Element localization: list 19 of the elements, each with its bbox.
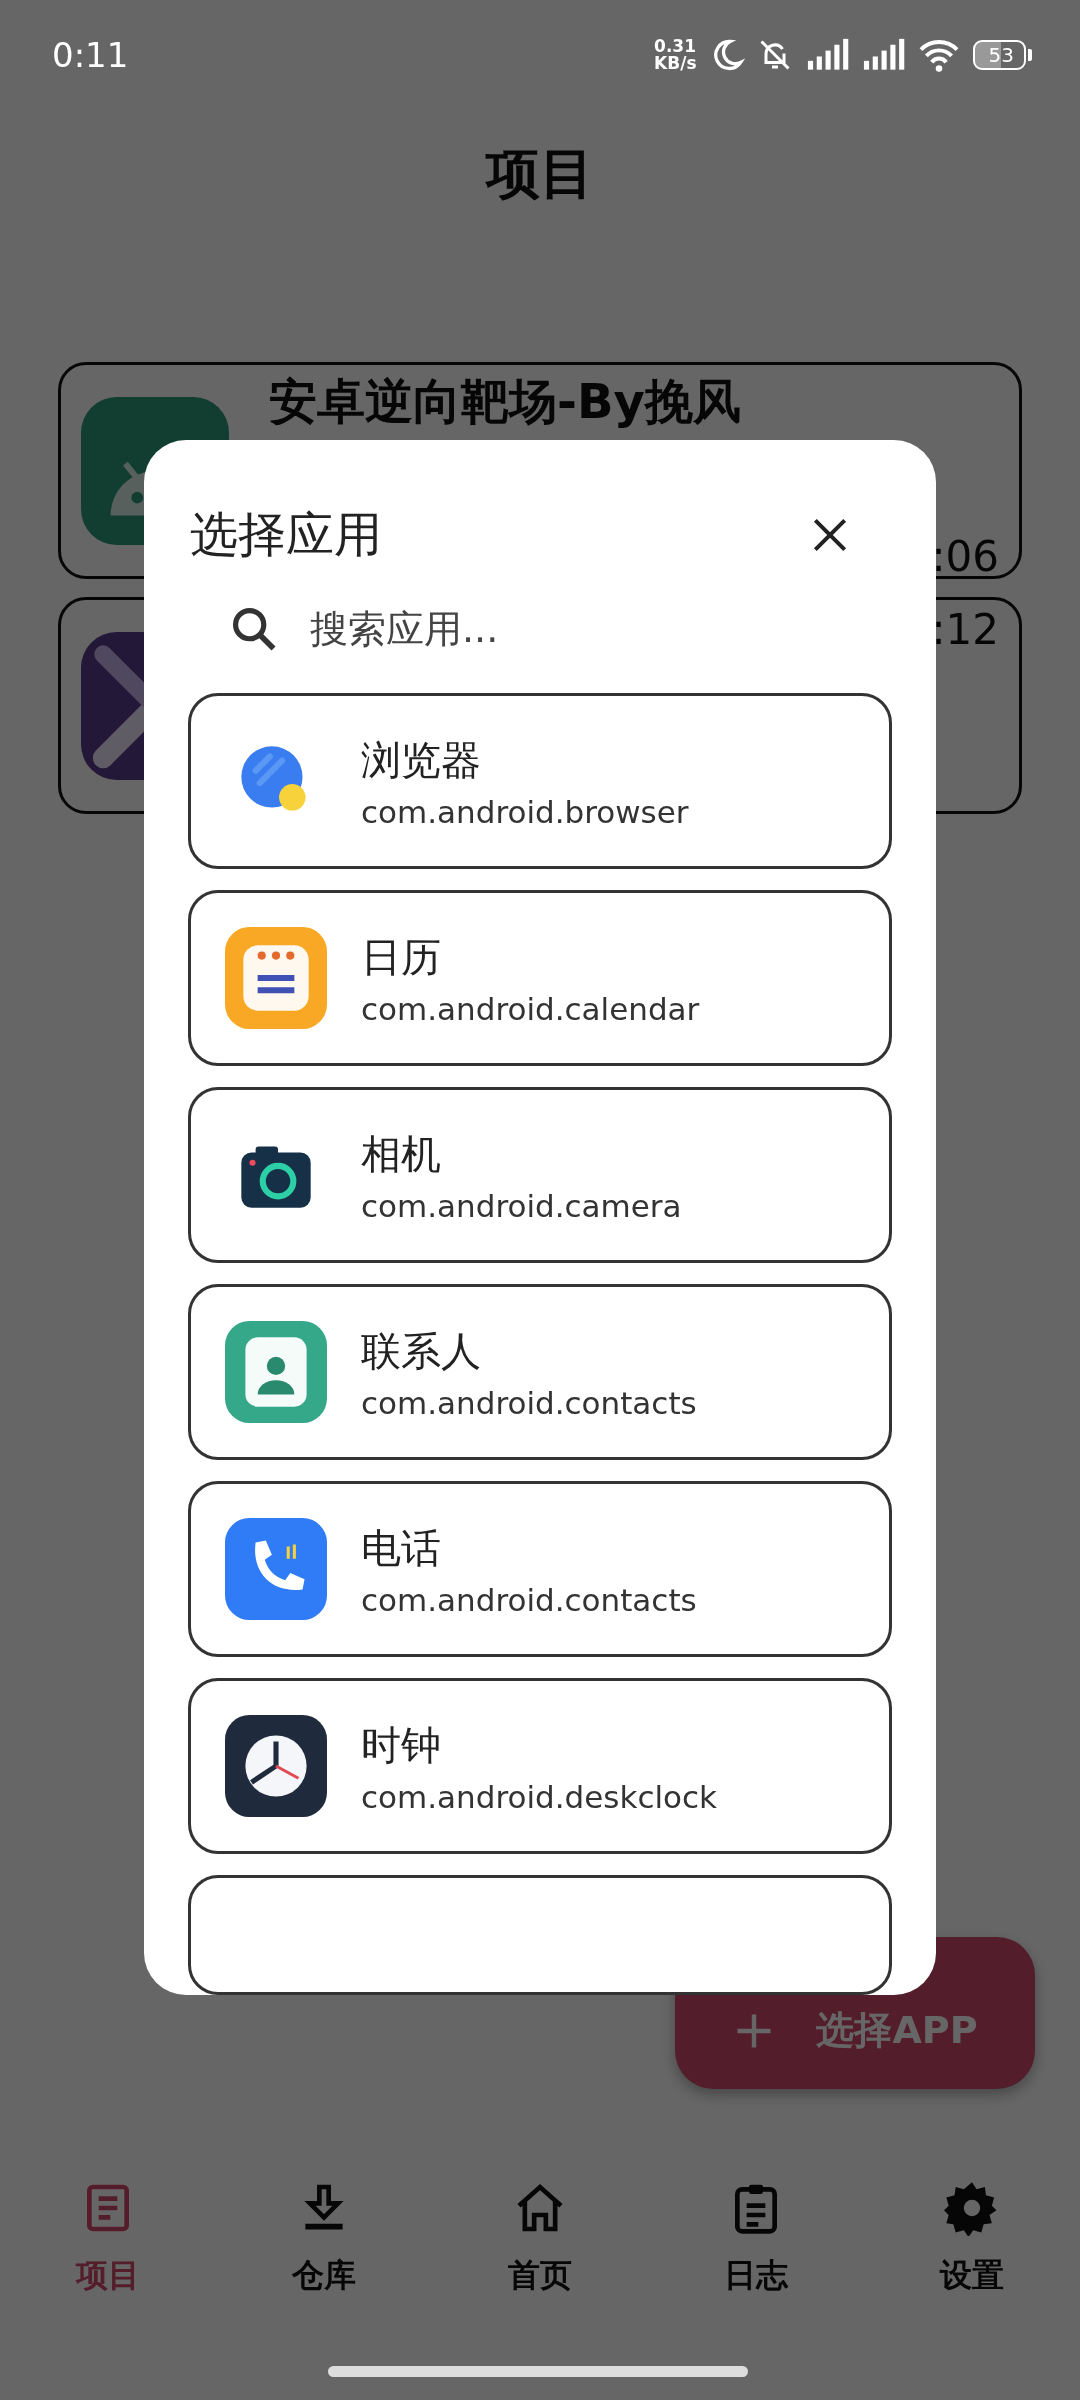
package-name: com.android.camera bbox=[361, 1187, 682, 1224]
network-speed: 0.31 KB/s bbox=[654, 38, 697, 72]
app-name: 时钟 bbox=[361, 1720, 442, 1770]
dialog-title: 选择应用 bbox=[190, 505, 382, 565]
package-name: com.android.deskclock bbox=[361, 1778, 718, 1815]
package-name: com.android.browser bbox=[361, 793, 689, 830]
app-name: 日历 bbox=[361, 932, 442, 982]
page-title: 项目 bbox=[486, 141, 594, 207]
project-time: :06 bbox=[931, 532, 999, 581]
app-name: 浏览器 bbox=[361, 735, 482, 785]
package-name: com.android.contacts bbox=[361, 1581, 697, 1618]
package-name: com.android.calendar bbox=[361, 990, 700, 1027]
app-name: 电话 bbox=[361, 1523, 442, 1573]
project-time: :12 bbox=[931, 605, 999, 654]
package-name: com.android.contacts bbox=[361, 1384, 697, 1421]
project-title: 安卓逆向靶场-By挽风 bbox=[269, 372, 742, 431]
status-time: 0:11 bbox=[52, 35, 129, 75]
app-name: 联系人 bbox=[361, 1326, 482, 1376]
app-name: 相机 bbox=[361, 1129, 442, 1179]
